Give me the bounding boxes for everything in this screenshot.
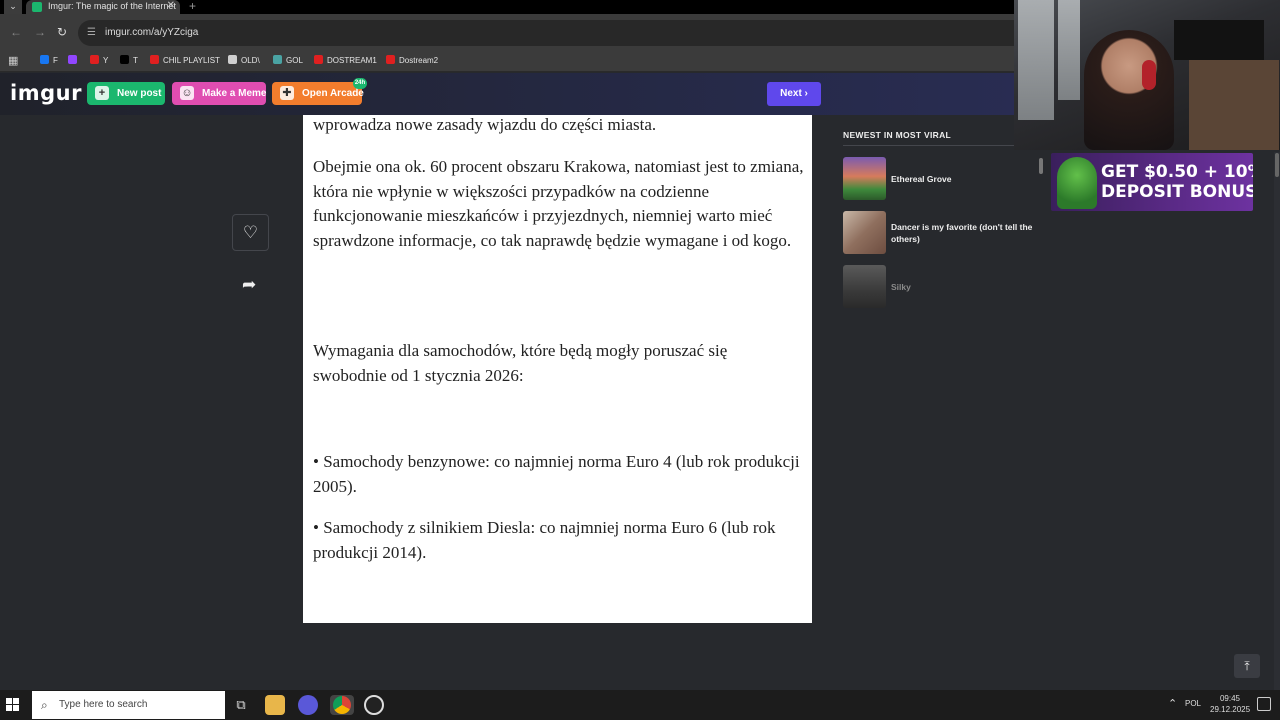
- ad-headline: GET $0.50 + 10%: [1101, 162, 1253, 182]
- chrome-taskbar-button[interactable]: [330, 695, 354, 715]
- new-post-button[interactable]: + New post: [87, 82, 165, 105]
- tab-close-icon[interactable]: ✕: [167, 0, 175, 12]
- webcam-monitor: [1174, 20, 1264, 60]
- windows-start-icon[interactable]: [6, 698, 20, 712]
- bookmark-label: Dostream2: [399, 56, 439, 65]
- bookmark-item[interactable]: T: [120, 53, 138, 69]
- bookmark-item[interactable]: Dostream2: [386, 53, 438, 69]
- url-text: imgur.com/a/yYZciga: [105, 27, 199, 38]
- imgur-logo[interactable]: imgur: [10, 81, 82, 105]
- input-language[interactable]: POL: [1185, 699, 1201, 708]
- like-heart-icon[interactable]: ♡: [232, 214, 269, 251]
- scroll-to-top-button[interactable]: ⤒: [1234, 654, 1260, 678]
- bookmark-label: Y: [103, 56, 109, 65]
- bookmark-label: T: [133, 56, 138, 65]
- taskbar-search-input[interactable]: ⌕ Type here to search: [32, 691, 225, 719]
- file-explorer-icon[interactable]: [265, 695, 285, 715]
- notification-icon[interactable]: [1257, 697, 1271, 711]
- page-scrollbar-thumb[interactable]: [1275, 153, 1279, 177]
- viral-thumb-dancer[interactable]: [843, 211, 886, 254]
- reload-icon[interactable]: ↻: [57, 25, 67, 39]
- folder-icon: [228, 55, 237, 64]
- youtube-icon: [386, 55, 395, 64]
- plus-icon: +: [95, 86, 109, 100]
- apps-grid-icon[interactable]: ▦: [8, 53, 18, 69]
- bookmark-label: DOSTREAM1: [327, 56, 377, 65]
- ad-subline: DEPOSIT BONUS: [1101, 182, 1253, 202]
- sidebar-divider: [843, 145, 1014, 146]
- post-paragraph-requirements: Wymagania dla samochodów, które będą mog…: [313, 341, 728, 385]
- meme-face-icon: ☺: [180, 86, 194, 100]
- post-paragraph-scope: Obejmie ona ok. 60 procent obszaru Krako…: [313, 157, 804, 250]
- arcade-badge: 24h: [353, 78, 367, 89]
- bookmark-item[interactable]: OLD\: [228, 53, 260, 69]
- ad-character-image: [1057, 157, 1097, 209]
- webcam-person: [1084, 30, 1174, 150]
- twitch-icon: [68, 55, 77, 64]
- ad-scroll-indicator: [1039, 158, 1043, 174]
- viral-title-ethereal-grove[interactable]: Ethereal Grove: [891, 173, 1036, 185]
- browser-tab-imgur[interactable]: Imgur: The magic of the Internet ✕: [26, 0, 180, 14]
- sidebar-title: NEWEST IN MOST VIRAL: [843, 130, 951, 140]
- bookmark-label: CHIL PLAYLIST: [163, 56, 220, 65]
- post-bullet-petrol: • Samochody benzynowe: co najmniej norma…: [313, 452, 800, 496]
- webcam-window-mid: [1058, 0, 1080, 100]
- forward-icon[interactable]: →: [34, 25, 46, 39]
- make-meme-button[interactable]: ☺ Make a Meme: [172, 82, 266, 105]
- casino-ad-banner[interactable]: GET $0.50 + 10% DEPOSIT BONUS: [1051, 153, 1253, 211]
- viral-thumb-ethereal-grove[interactable]: [843, 157, 886, 200]
- chrome-icon: [333, 696, 351, 714]
- bookmark-label: F: [53, 56, 58, 65]
- new-post-label: New post: [117, 88, 162, 99]
- bookmark-item[interactable]: [68, 53, 81, 69]
- imgur-favicon-icon: [32, 2, 42, 12]
- gamepad-icon: ✚: [280, 86, 294, 100]
- youtube-icon: [314, 55, 323, 64]
- share-arrow-icon[interactable]: ➦: [242, 275, 256, 295]
- webcam-headset: [1142, 60, 1156, 90]
- obs-icon[interactable]: [364, 695, 384, 715]
- gol-icon: [273, 55, 282, 64]
- bookmark-label: GOL: [286, 56, 303, 65]
- tab-title: Imgur: The magic of the Internet: [48, 1, 176, 11]
- bookmark-item[interactable]: GOL: [273, 53, 303, 69]
- youtube-icon: [150, 55, 159, 64]
- x-icon: [120, 55, 129, 64]
- post-bullet-diesel: • Samochody z silnikiem Diesla: co najmn…: [313, 518, 776, 562]
- tray-overflow-chevron-icon[interactable]: ⌃: [1168, 697, 1177, 710]
- facebook-icon: [40, 55, 49, 64]
- viral-title-silky[interactable]: Silky: [891, 281, 1036, 293]
- tab-search-button[interactable]: ⌄: [4, 0, 22, 14]
- new-tab-button[interactable]: +: [189, 0, 196, 12]
- bookmark-item[interactable]: F: [40, 53, 58, 69]
- page-scrollbar[interactable]: [1274, 152, 1280, 690]
- back-icon[interactable]: ←: [10, 25, 22, 39]
- viral-title-dancer[interactable]: Dancer is my favorite (don't tell the ot…: [891, 221, 1036, 245]
- windows-taskbar: ⌕ Type here to search ⧉ ⌃ POL 09:45 29.1…: [0, 690, 1280, 720]
- viral-thumb-silky[interactable]: [843, 265, 886, 308]
- webcam-chair: [1189, 60, 1279, 150]
- youtube-icon: [90, 55, 99, 64]
- open-arcade-button[interactable]: ✚ Open Arcade: [272, 82, 364, 105]
- tray-time: 09:45: [1219, 694, 1241, 703]
- search-placeholder: Type here to search: [59, 699, 148, 710]
- webcam-window-left: [1018, 0, 1054, 120]
- bookmark-item[interactable]: CHIL PLAYLIST: [150, 53, 220, 69]
- task-view-icon[interactable]: ⧉: [231, 695, 251, 715]
- tray-date: 29.12.2025: [1210, 705, 1251, 714]
- webcam-overlay: [1014, 0, 1280, 150]
- post-image: wprowadza nowe zasady wjazdu do części m…: [303, 115, 812, 623]
- site-info-icon[interactable]: ☰: [87, 20, 96, 46]
- bookmark-item[interactable]: DOSTREAM1: [314, 53, 377, 69]
- bookmark-label: OLD\: [241, 56, 260, 65]
- bookmark-item[interactable]: Y: [90, 53, 108, 69]
- post-paragraph-intro: wprowadza nowe zasady wjazdu do części m…: [313, 115, 657, 134]
- open-arcade-label: Open Arcade: [302, 88, 364, 99]
- tray-clock[interactable]: 09:45 29.12.2025: [1210, 693, 1250, 715]
- search-icon: ⌕: [41, 698, 48, 712]
- next-post-button[interactable]: Next ›: [767, 82, 821, 106]
- discord-icon[interactable]: [298, 695, 318, 715]
- make-meme-label: Make a Meme: [202, 88, 267, 99]
